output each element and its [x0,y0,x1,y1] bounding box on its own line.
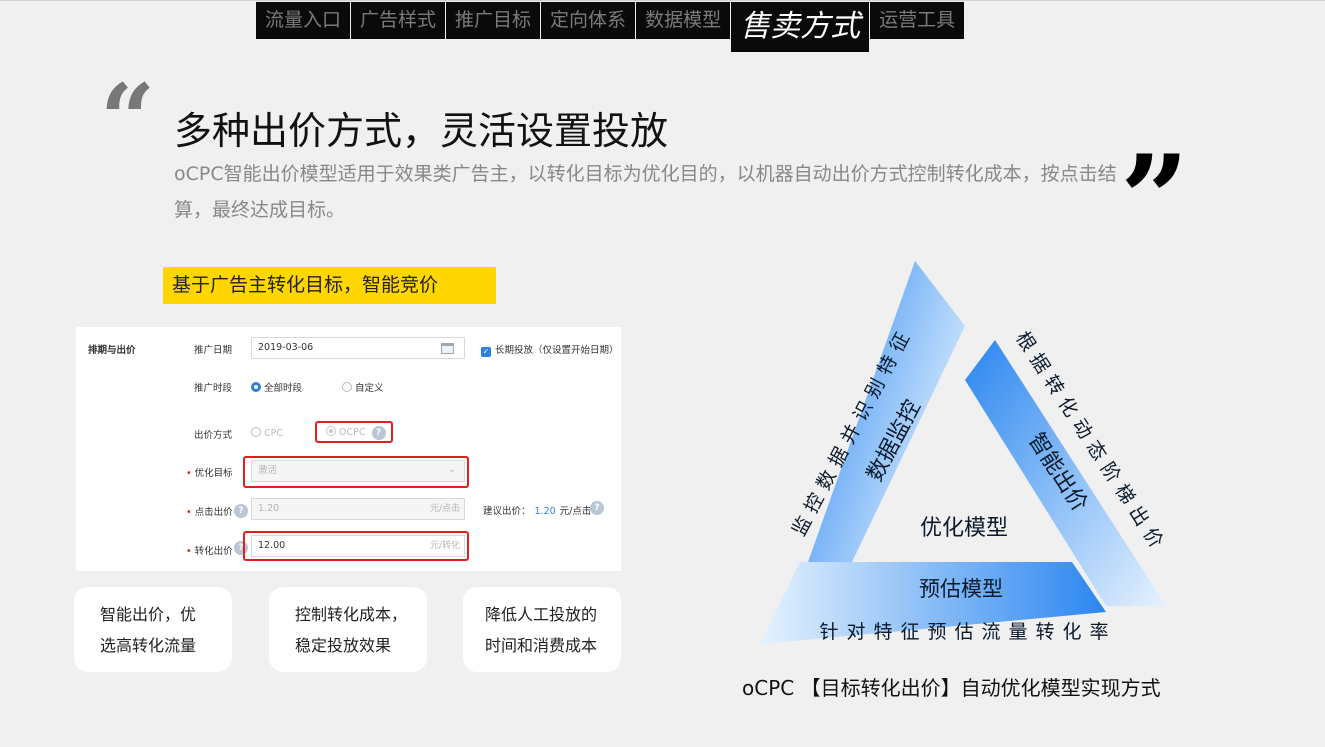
tab-data-model[interactable]: 数据模型 [636,2,731,39]
tab-ops-tools[interactable]: 运营工具 [870,2,965,39]
radio-icon [251,427,261,437]
tab-targeting[interactable]: 定向体系 [541,2,636,39]
bid-ocpc-label: OCPC [339,427,366,438]
page-title: 多种出价方式，灵活设置投放 [174,109,669,153]
highlight-tag: 基于广告主转化目标，智能竞价 [163,267,496,304]
close-quote-mark: ” [1120,129,1190,270]
date-value: 2019-03-06 [258,342,314,353]
click-bid-label: • 点击出价 [186,507,233,518]
open-quote-mark: “ [100,63,156,176]
bottom-band-label: 预估模型 [919,577,1003,601]
period-custom-radio[interactable]: 自定义 [342,380,384,394]
feature-card-labor-saving: 降低人工投放的 时间和消费成本 [463,587,621,672]
bid-cpc-label: CPC [264,428,283,439]
bid-cpc-radio[interactable]: CPC [251,427,283,439]
tab-traffic-entry[interactable]: 流量入口 [256,2,351,39]
bid-settings-form: 排期与出价 推广日期 2019-03-06 ✓ 长期投放（仅设置开始日期） 推广时… [76,327,621,571]
conv-bid-value: 12.00 [258,540,286,551]
conv-bid-unit: 元/转化 [429,541,460,551]
tab-ad-style[interactable]: 广告样式 [351,2,446,39]
conv-bid-input[interactable]: 12.00 元/转化 [251,535,465,557]
section-label: 排期与出价 [88,345,136,356]
radio-icon [326,426,336,436]
help-icon[interactable]: ? [371,426,386,440]
tab-promo-goal[interactable]: 推广目标 [446,2,541,39]
radio-icon [342,382,352,392]
period-label: 推广时段 [194,383,233,394]
feature-card-cost-control: 控制转化成本， 稳定投放效果 [269,587,427,672]
optimization-model-diagram: 数据监控 智能出价 预估模型 优化模型 监控数据并识别特征 根据转化动态阶梯出价… [760,261,1171,644]
top-nav: 流量入口 广告样式 推广目标 定向体系 数据模型 售卖方式 运营工具 [256,2,965,52]
period-all-radio[interactable]: 全部时段 [251,380,302,394]
goal-select[interactable]: 激活 ⌄ [251,460,465,482]
click-bid-input[interactable]: 1.20 元/点击 [251,498,465,520]
page-subtitle: oCPC智能出价模型适用于效果类广告主，以转化目标为优化目的，以机器自动出价方式… [174,163,1117,221]
bid-ocpc-radio[interactable]: OCPC ? [326,426,386,440]
period-custom-label: 自定义 [355,383,384,394]
goal-label: • 优化目标 [186,468,233,479]
date-input[interactable]: 2019-03-06 [251,337,465,359]
bid-method-label: 出价方式 [194,430,233,441]
click-bid-value: 1.20 [258,503,280,514]
conv-bid-label: • 转化出价 [186,546,233,557]
click-bid-unit: 元/点击 [429,504,460,514]
feature-card-smart-bid: 智能出价，优 选高转化流量 [74,587,232,672]
top-divider [0,0,1325,1]
center-label: 优化模型 [920,516,1008,541]
period-all-label: 全部时段 [264,383,303,394]
long-term-label: 长期投放（仅设置开始日期） [495,345,619,356]
help-icon[interactable]: ? [234,504,248,518]
tab-sales-method[interactable]: 售卖方式 [731,2,870,52]
radio-selected-icon [251,382,261,392]
calendar-icon[interactable] [441,343,454,354]
date-label: 推广日期 [194,345,233,356]
help-icon[interactable]: ? [590,501,604,515]
long-term-checkbox[interactable]: ✓ 长期投放（仅设置开始日期） [481,342,619,357]
chevron-down-icon: ⌄ [448,464,456,475]
goal-value: 激活 [258,465,278,476]
checkmark-icon: ✓ [481,347,491,357]
suggested-bid: 建议出价： 1.20 元/点击 [483,506,592,517]
diagram-caption: oCPC 【目标转化出价】自动优化模型实现方式 [742,676,1161,700]
bottom-side-text: 针对特征预估流量转化率 [819,621,1116,643]
